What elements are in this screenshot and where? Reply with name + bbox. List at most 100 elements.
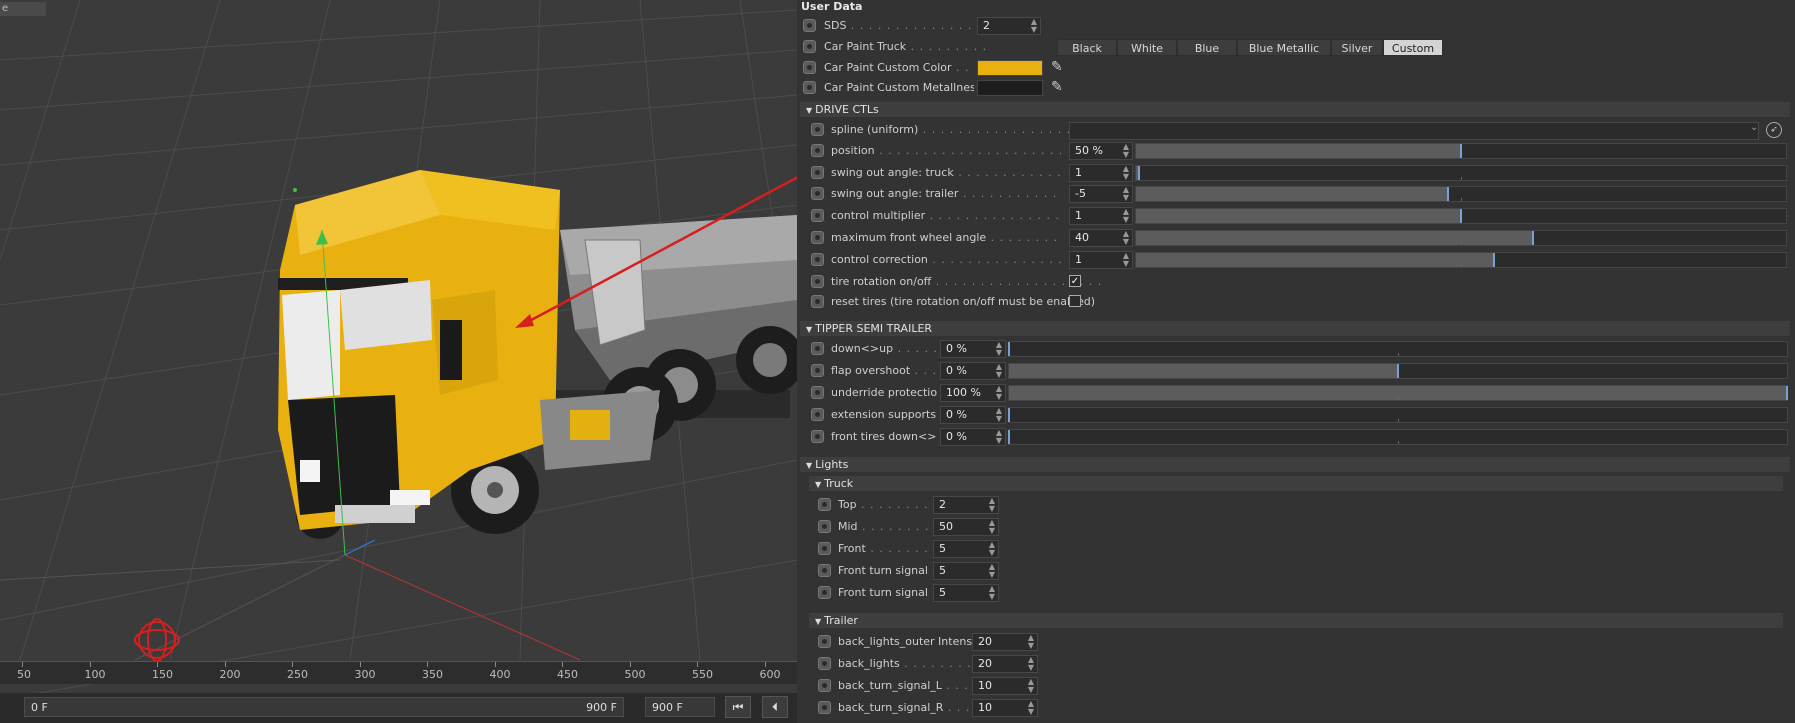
stepper-arrows-icon[interactable]: ▲ ▼ xyxy=(996,363,1002,379)
paint-option-custom[interactable]: Custom xyxy=(1383,39,1443,56)
slider-handle[interactable] xyxy=(1492,252,1495,267)
drive-swing-out-angle-trailer-input[interactable]: -5 ▲ ▼ xyxy=(1069,185,1133,204)
paint-option-blue[interactable]: Blue xyxy=(1177,39,1237,56)
drive-swing-out-angle-trailer-slider[interactable] xyxy=(1135,186,1787,203)
slider-handle[interactable] xyxy=(1397,364,1399,378)
keyframe-icon[interactable] xyxy=(818,657,831,670)
paint-option-blue-metallic[interactable]: Blue Metallic xyxy=(1237,39,1331,56)
eyedropper-icon[interactable]: ✎ xyxy=(1051,59,1063,75)
tipper-flap-overshoot-input[interactable]: 0 % ▲ ▼ xyxy=(940,362,1006,380)
drive-ctls-group-header[interactable]: ▼ DRIVE CTLs xyxy=(800,102,1790,117)
drive-position-slider[interactable] xyxy=(1135,143,1787,159)
stepper-arrows-icon[interactable]: ▲ ▼ xyxy=(996,341,1002,357)
drive-swing-out-angle-truck-slider[interactable] xyxy=(1135,164,1787,181)
chevron-down-icon[interactable]: ⌄ xyxy=(1750,122,1758,133)
trailer-light-back-lights-outer-intensity-input[interactable]: 20 ▲ ▼ xyxy=(972,633,1038,651)
stepper-arrows-icon[interactable]: ▲ ▼ xyxy=(989,541,995,557)
keyframe-icon[interactable] xyxy=(811,386,824,399)
tipper-group-header[interactable]: ▼ TIPPER SEMI TRAILER xyxy=(800,321,1790,336)
stepper-arrows-icon[interactable]: ▲ ▼ xyxy=(989,563,995,579)
keyframe-icon[interactable] xyxy=(818,498,831,511)
keyframe-icon[interactable] xyxy=(803,81,816,94)
drive-maximum-front-wheel-angle-slider[interactable] xyxy=(1135,229,1787,246)
slider-handle[interactable] xyxy=(1460,209,1462,224)
reset-tires-checkbox[interactable] xyxy=(1069,295,1081,307)
tipper-flap-overshoot-slider[interactable] xyxy=(1008,363,1788,379)
spline-link-field[interactable] xyxy=(1069,122,1759,140)
stepper-arrows-icon[interactable]: ▲ ▼ xyxy=(1123,208,1129,224)
slider-handle[interactable] xyxy=(1460,144,1462,158)
keyframe-icon[interactable] xyxy=(811,295,824,308)
keyframe-icon[interactable] xyxy=(818,564,831,577)
keyframe-icon[interactable] xyxy=(811,342,824,355)
paint-option-black[interactable]: Black xyxy=(1057,39,1117,56)
sds-input[interactable]: 2 ▲ ▼ xyxy=(977,17,1041,35)
trailer-light-back-turn-signal-l-input[interactable]: 10 ▲ ▼ xyxy=(972,677,1038,695)
stepper-arrows-icon[interactable]: ▲ ▼ xyxy=(989,497,995,513)
stepper-arrows-icon[interactable]: ▲ ▼ xyxy=(996,407,1002,423)
keyframe-icon[interactable] xyxy=(811,123,824,136)
eyedropper-icon[interactable]: ✎ xyxy=(1051,79,1063,95)
truck-light-mid-input[interactable]: 50 ▲ ▼ xyxy=(933,518,999,536)
keyframe-icon[interactable] xyxy=(803,19,816,32)
stepper-arrows-icon[interactable]: ▲ ▼ xyxy=(1028,634,1034,650)
go-to-start-button[interactable]: ⏮ xyxy=(725,696,751,718)
lights-group-header[interactable]: ▼ Lights xyxy=(800,457,1790,472)
keyframe-icon[interactable] xyxy=(818,520,831,533)
tipper-down-up-input[interactable]: 0 % ▲ ▼ xyxy=(940,340,1006,358)
stepper-arrows-icon[interactable]: ▲ ▼ xyxy=(996,429,1002,445)
frame-range-slider[interactable]: 0 F 900 F xyxy=(24,697,624,717)
keyframe-icon[interactable] xyxy=(811,252,824,266)
trailer-lights-header[interactable]: ▼ Trailer xyxy=(809,613,1783,628)
trailer-light-back-lights-input[interactable]: 20 ▲ ▼ xyxy=(972,655,1038,673)
drive-position-input[interactable]: 50 % ▲ ▼ xyxy=(1069,142,1133,160)
tire-rotation-checkbox[interactable]: ✓ xyxy=(1069,275,1081,287)
3d-viewport[interactable]: e 50 100 150 200 250 300 350 400 450 500 550 600 0 … xyxy=(0,0,797,723)
custom-color-swatch[interactable] xyxy=(977,60,1043,76)
keyframe-icon[interactable] xyxy=(803,61,816,74)
keyframe-icon[interactable] xyxy=(811,275,824,288)
stepper-arrows-icon[interactable]: ▲ ▼ xyxy=(1123,229,1129,246)
tipper-underride-protection-input[interactable]: 100 % ▲ ▼ xyxy=(940,384,1006,402)
drive-maximum-front-wheel-angle-input[interactable]: 40 ▲ ▼ xyxy=(1069,228,1133,247)
drive-control-multiplier-slider[interactable] xyxy=(1135,208,1787,225)
stepper-arrows-icon[interactable]: ▲ ▼ xyxy=(1028,700,1034,716)
truck-light-front-turn-signal-r-input[interactable]: 5 ▲ ▼ xyxy=(933,584,999,602)
keyframe-icon[interactable] xyxy=(811,430,824,443)
keyframe-icon[interactable] xyxy=(818,701,831,714)
keyframe-icon[interactable] xyxy=(811,144,824,157)
stepper-arrows-icon[interactable]: ▲ ▼ xyxy=(1123,164,1129,181)
keyframe-icon[interactable] xyxy=(818,586,831,599)
viewport-tab[interactable]: e xyxy=(0,2,46,16)
keyframe-icon[interactable] xyxy=(811,165,824,179)
keyframe-icon[interactable] xyxy=(811,209,824,223)
keyframe-icon[interactable] xyxy=(811,187,824,201)
stepper-arrows-icon[interactable]: ▲ ▼ xyxy=(989,585,995,601)
step-back-button[interactable]: ⏴ xyxy=(762,696,788,718)
keyframe-icon[interactable] xyxy=(811,230,824,244)
truck-lights-header[interactable]: ▼ Truck xyxy=(809,476,1783,491)
tipper-underride-protection-slider[interactable] xyxy=(1008,385,1788,401)
truck-light-front-turn-signal-l-input[interactable]: 5 ▲ ▼ xyxy=(933,562,999,580)
stepper-arrows-icon[interactable]: ▲ ▼ xyxy=(1123,186,1129,202)
frame-total-field[interactable]: 900 F xyxy=(645,697,715,717)
timeline-ruler[interactable]: 50 100 150 200 250 300 350 400 450 500 550 600 xyxy=(0,661,797,684)
slider-handle[interactable] xyxy=(1008,342,1010,356)
tipper-extension-supports-input[interactable]: 0 % ▲ ▼ xyxy=(940,406,1006,424)
drive-control-correction-input[interactable]: 1 ▲ ▼ xyxy=(1069,250,1133,269)
stepper-arrows-icon[interactable]: ▲ ▼ xyxy=(996,385,1002,401)
tipper-down-up-slider[interactable] xyxy=(1008,341,1788,357)
stepper-arrows-icon[interactable]: ▲ ▼ xyxy=(1123,143,1129,159)
slider-handle[interactable] xyxy=(1447,187,1449,202)
keyframe-icon[interactable] xyxy=(811,408,824,421)
tipper-extension-supports-slider[interactable] xyxy=(1008,407,1788,423)
custom-metalness-swatch[interactable] xyxy=(977,80,1043,96)
keyframe-icon[interactable] xyxy=(818,635,831,648)
drive-control-correction-slider[interactable] xyxy=(1135,251,1787,268)
truck-light-front-input[interactable]: 5 ▲ ▼ xyxy=(933,540,999,558)
truck-light-top-input[interactable]: 2 ▲ ▼ xyxy=(933,496,999,514)
keyframe-icon[interactable] xyxy=(818,679,831,692)
slider-handle[interactable] xyxy=(1531,230,1534,245)
tipper-front-tires-down-up-slider[interactable] xyxy=(1008,429,1788,445)
tipper-front-tires-down-up-input[interactable]: 0 % ▲ ▼ xyxy=(940,428,1006,446)
